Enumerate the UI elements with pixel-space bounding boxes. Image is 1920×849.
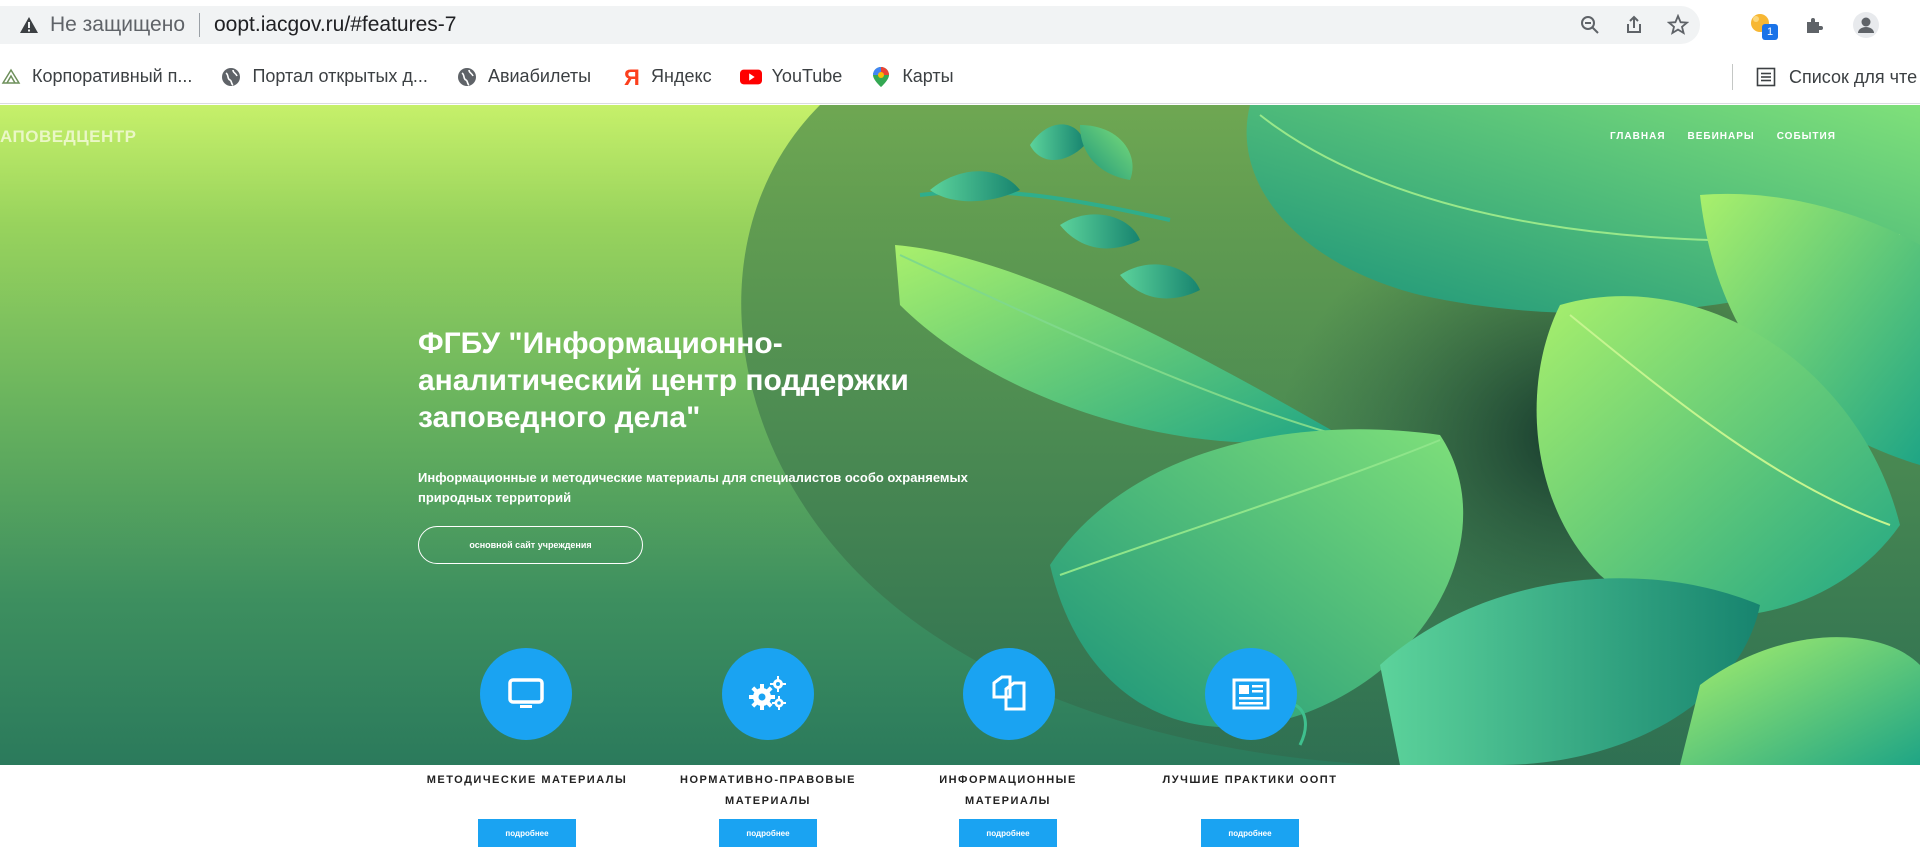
bookmark-label: Авиабилеты <box>487 66 592 86</box>
reading-list-icon <box>1755 66 1777 88</box>
bookmark-label: Яндекс <box>651 66 712 86</box>
features-section: МЕТОДИЧЕСКИЕ МАТЕРИАЛЫ НОРМАТИВНО-ПРАВОВ… <box>0 765 1920 849</box>
feature-legal-circle[interactable] <box>722 648 814 740</box>
puzzle-icon[interactable] <box>1792 6 1836 44</box>
youtube-icon <box>739 66 762 88</box>
bookmark-open-data-portal[interactable]: Портал открытых д... <box>210 59 438 95</box>
svg-text:Я: Я <box>624 66 640 88</box>
hero-subtitle: Информационные и методические материалы … <box>418 470 968 505</box>
feature-info-label: ИНФОРМАЦИОННЫЕ МАТЕРИАЛЫ <box>939 774 1077 807</box>
bookmark-label: Корпоративный п... <box>32 66 193 86</box>
bookmark-label: Портал открытых д... <box>252 66 428 86</box>
browser-toolbar: Не защищено oopt.iacgov.ru/#features-7 1 <box>0 0 1920 50</box>
share-icon[interactable] <box>1612 6 1656 44</box>
bookmark-air-tickets[interactable]: Авиабилеты <box>446 59 601 95</box>
extension-badge: 1 <box>1762 24 1778 40</box>
feature-legal-label: НОРМАТИВНО-ПРАВОВЫЕ МАТЕРИАЛЫ <box>680 774 856 807</box>
gears-icon <box>749 676 786 710</box>
maps-icon <box>870 66 892 88</box>
nav-home[interactable]: ГЛАВНАЯ <box>1610 131 1666 142</box>
zoom-icon[interactable] <box>1568 6 1612 44</box>
bookmark-label: Карты <box>902 66 954 86</box>
newspaper-icon <box>1232 678 1270 710</box>
profile-icon[interactable] <box>1844 6 1888 44</box>
reading-list-label: Список для чте <box>1789 66 1918 87</box>
bookmark-yandex[interactable]: Я Яндекс <box>609 59 722 95</box>
feature-methodical-circle[interactable] <box>480 648 572 740</box>
bookmark-corporate[interactable]: Корпоративный п... <box>0 59 202 95</box>
bookmarks-divider <box>1732 64 1733 90</box>
bookmark-maps[interactable]: Карты <box>860 59 963 95</box>
feature-methodical-label: МЕТОДИЧЕСКИЕ МАТЕРИАЛЫ <box>426 774 628 786</box>
url-text[interactable]: oopt.iacgov.ru/#features-7 <box>214 13 456 37</box>
feature-practices-circle[interactable] <box>1205 648 1297 740</box>
reading-list[interactable]: Список для чте <box>1732 59 1917 95</box>
feature-practices-label: ЛУЧШИЕ ПРАКТИКИ ООПТ <box>1162 774 1338 786</box>
site-logo[interactable]: АПОВЕДЦЕНТР <box>0 127 136 147</box>
monitor-icon <box>508 678 544 708</box>
globe-icon <box>220 66 242 88</box>
star-icon[interactable] <box>1656 6 1700 44</box>
feature-practices-more-button[interactable]: подробнее <box>1201 819 1299 847</box>
extension-icon[interactable]: 1 <box>1740 6 1784 44</box>
main-site-button[interactable]: основной сайт учреждения <box>418 526 643 564</box>
yandex-icon: Я <box>619 66 641 88</box>
bookmark-youtube[interactable]: YouTube <box>730 59 853 95</box>
security-status[interactable]: Не защищено <box>50 13 185 37</box>
feature-legal-more-button[interactable]: подробнее <box>719 819 817 847</box>
feature-methodical-more-button[interactable]: подробнее <box>478 819 576 847</box>
top-navigation: ГЛАВНАЯ ВЕБИНАРЫ СОБЫТИЯ <box>1610 131 1836 142</box>
bookmarks-bar: Корпоративный п... Портал открытых д... … <box>0 50 1920 104</box>
feature-info-circle[interactable] <box>963 648 1055 740</box>
bookmark-label: YouTube <box>771 66 843 86</box>
hero-title: ФГБУ "Информационно-аналитический центр … <box>418 327 909 434</box>
omnibox-actions <box>1568 6 1700 44</box>
documents-icon <box>992 675 1026 711</box>
hero-section: АПОВЕДЦЕНТР ГЛАВНАЯ ВЕБИНАРЫ СОБЫТИЯ ФГБ… <box>0 105 1920 765</box>
feature-info-more-button[interactable]: подробнее <box>959 819 1057 847</box>
globe-icon <box>456 66 478 88</box>
nav-events[interactable]: СОБЫТИЯ <box>1777 131 1836 142</box>
nav-webinars[interactable]: ВЕБИНАРЫ <box>1688 131 1755 142</box>
omnibox-divider <box>199 13 200 37</box>
omnibox[interactable]: Не защищено oopt.iacgov.ru/#features-7 <box>0 6 1700 44</box>
warning-icon[interactable] <box>18 14 40 36</box>
corporate-icon <box>0 66 22 88</box>
toolbar-actions: 1 <box>1740 6 1888 44</box>
